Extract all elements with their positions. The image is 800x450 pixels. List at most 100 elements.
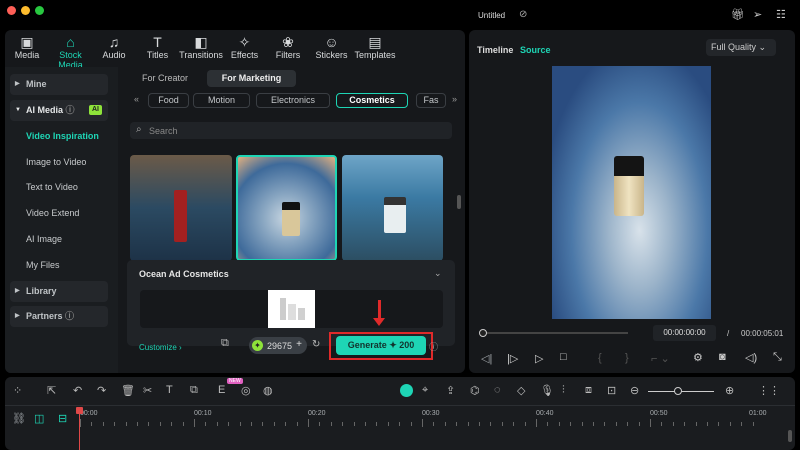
close-window-button[interactable] [7,6,16,15]
toolbar-filters[interactable]: ❀ Filters [264,34,312,60]
current-time[interactable]: 00:00:00:00 [653,325,716,341]
zoom-slider-handle[interactable] [674,387,682,395]
tab-source[interactable]: Source [520,45,551,55]
layout-icon[interactable]: ⁘ [13,384,22,397]
toolbar-effects[interactable]: ✧ Effects [221,34,269,60]
grid-menu-icon[interactable]: ⋮⋮ [758,384,780,397]
toolbar-stickers[interactable]: ☺ Stickers [308,34,356,60]
keyframe-icon[interactable]: ⌬ [470,384,480,397]
ai-assistant-icon[interactable] [400,384,413,397]
timeline-playhead[interactable] [79,408,80,450]
chip-fas[interactable]: Fas [416,93,446,108]
zoom-out-icon[interactable]: ⊖ [630,384,639,397]
scroll-right-icon[interactable]: » [452,94,457,104]
sidebar-library[interactable]: ▶ Library [10,281,108,302]
toolbar-media[interactable]: ▣ Media [3,34,51,60]
gift-icon[interactable]: 🎁︎ [731,8,745,21]
search-input[interactable]: ⌕ Search [130,122,452,139]
delete-icon[interactable]: 🗑︎ [121,384,135,397]
refresh-icon[interactable]: ↻ [312,339,320,350]
customize-link[interactable]: Customize › [139,343,182,352]
clip-marker-icon[interactable]: ⌐ ⌄ [651,352,670,365]
track-link-icon[interactable]: ⊟ [58,412,67,425]
tab-timeline[interactable]: Timeline [477,45,513,55]
timeline-scrollbar[interactable] [788,430,792,442]
fit-icon[interactable]: ⊡ [607,384,616,397]
ruler-tick [444,422,446,426]
volume-icon[interactable]: ◁) [745,351,757,364]
sidebar-item-video-inspiration[interactable]: Video Inspiration [26,131,99,141]
tab-for-creator[interactable]: For Creator [142,73,188,83]
playhead-handle[interactable] [479,329,487,337]
replace-icon[interactable]: ⧈ [585,384,592,397]
chip-cosmetics[interactable]: Cosmetics [336,93,408,108]
video-thumbnail-3[interactable] [342,155,443,261]
sidebar-item-image-to-video[interactable]: Image to Video [26,157,86,167]
send-icon[interactable]: ➢ [753,8,762,21]
tab-for-marketing[interactable]: For Marketing [207,70,296,87]
text-tool-icon[interactable]: T [166,384,173,396]
chip-electronics[interactable]: Electronics [256,93,330,108]
speed-icon[interactable]: ◌ [494,384,501,396]
new-badge: NEW [227,378,243,384]
color-icon[interactable]: ◍ [263,384,273,397]
toolbar-transitions[interactable]: ◧ Transitions [177,34,225,60]
undo-icon[interactable]: ↶ [73,384,82,397]
ai-audio-icon[interactable]: ◎ [241,384,251,397]
sidebar-item-my-files[interactable]: My Files [26,260,60,270]
ai-effect-icon[interactable]: E [218,384,225,396]
toolbar-stock-media[interactable]: ⌂ Stock Media [47,34,95,70]
collapse-chevron-icon[interactable]: ⌄ [434,268,442,279]
sidebar-item-video-extend[interactable]: Video Extend [26,208,79,218]
toolbar-audio[interactable]: ♫ Audio [90,34,138,60]
chip-food[interactable]: Food [148,93,189,108]
fullscreen-icon[interactable]: ⤡ [773,351,782,364]
split-icon[interactable]: ⌖ [422,384,428,397]
toolbar-titles[interactable]: T Titles [134,34,182,60]
auto-snap-icon[interactable]: ◫ [34,412,44,425]
toolbar-label: Filters [275,50,301,60]
chip-motion[interactable]: Motion [193,93,250,108]
mic-icon[interactable]: 🎙︎ [540,384,554,397]
mark-out-icon[interactable]: } [625,352,629,364]
sidebar-mine[interactable]: ▶ Mine [10,74,108,95]
help-icon[interactable]: ⓘ [429,340,438,353]
next-frame-icon[interactable]: |▷ [507,352,518,365]
text-icon: T [153,34,162,50]
toolbar-templates[interactable]: ▤ Templates [351,34,399,60]
select-icon[interactable]: ⇱ [47,384,56,397]
video-thumbnail-2[interactable] [236,155,337,261]
snapshot-icon[interactable]: ◙ [719,351,726,363]
panel-scrollbar[interactable] [457,195,461,209]
credits-badge[interactable]: ✦ 29675 + [249,337,307,354]
mark-in-icon[interactable]: { [598,352,602,364]
scroll-left-icon[interactable]: « [134,94,139,104]
ai-settings-icon[interactable]: ⧉ [221,337,229,350]
cut-icon[interactable]: ✂ [143,384,152,397]
redo-icon[interactable]: ↷ [97,384,106,397]
crop-icon[interactable]: ⧉ [190,384,198,397]
play-icon[interactable]: ▷ [535,352,543,365]
mixer-icon[interactable]: ⫶ [562,384,565,397]
video-thumbnail-1[interactable] [130,155,232,261]
minimize-window-button[interactable] [21,6,30,15]
task-list-icon[interactable]: ☷ [776,8,786,21]
previous-frame-icon[interactable]: ◁| [481,352,492,365]
sidebar-partners[interactable]: ▶ Partners ⓘ [10,306,108,327]
unlink-icon[interactable]: ⛓ [12,412,26,425]
ruler-tick [194,419,195,427]
maximize-window-button[interactable] [35,6,44,15]
marker-icon[interactable]: ◇ [517,384,525,397]
sidebar-item-text-to-video[interactable]: Text to Video [26,182,78,192]
sidebar-item-ai-image[interactable]: AI Image [26,234,62,244]
sidebar-ai-media[interactable]: ▼ AI Media ⓘ AI [10,100,108,121]
export-icon[interactable]: ⇪ [446,384,455,397]
stop-icon[interactable]: □ [560,351,567,363]
generate-button[interactable]: Generate ✦ 200 [336,336,426,355]
playback-slider[interactable] [483,332,628,334]
ruler-tick [752,422,754,426]
zoom-in-icon[interactable]: ⊕ [725,384,734,397]
quality-select[interactable]: Full Quality ⌄ [706,39,776,56]
playhead-marker[interactable] [76,407,83,414]
settings-icon[interactable]: ⚙ [693,351,703,364]
